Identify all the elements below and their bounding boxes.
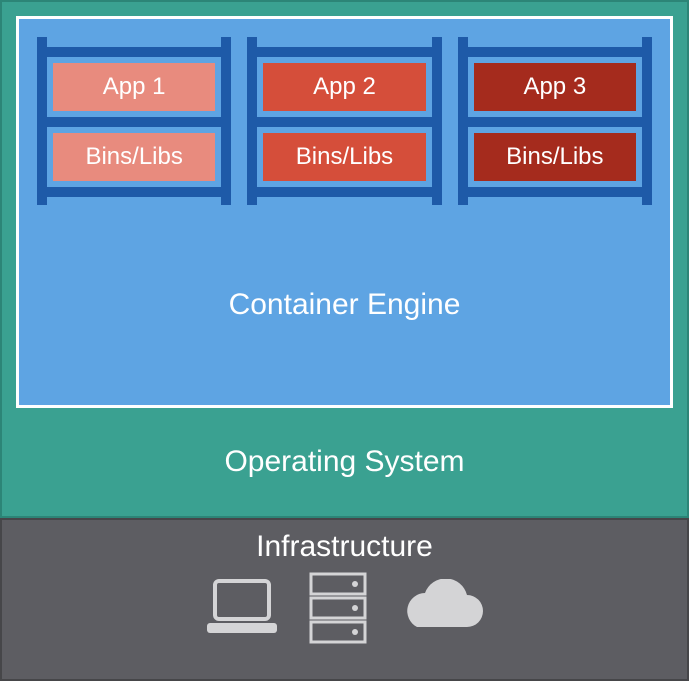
rack-rail-icon: [37, 37, 47, 205]
os-label-area: Operating System: [16, 408, 673, 516]
rack-shelf-icon: [37, 187, 231, 197]
libs-label: Bins/Libs: [296, 143, 393, 171]
rack-rail-icon: [458, 37, 468, 205]
infrastructure-layer: Infrastructure: [0, 518, 689, 681]
rack-rail-icon: [221, 37, 231, 205]
infrastructure-icons: [203, 572, 487, 644]
rack-shelf-icon: [247, 47, 441, 57]
libs-label: Bins/Libs: [85, 143, 182, 171]
libs-label: Bins/Libs: [506, 143, 603, 171]
rack-shelf-icon: [247, 117, 441, 127]
container-engine-box: App 1 Bins/Libs App 2 Bins/Libs App 3: [16, 16, 673, 408]
app-block: App 3: [474, 63, 636, 111]
infrastructure-label: Infrastructure: [256, 530, 433, 564]
app-block: App 2: [263, 63, 425, 111]
server-icon: [309, 572, 367, 644]
rack-shelf-icon: [458, 117, 652, 127]
rack-shelf-icon: [247, 187, 441, 197]
operating-system-layer: App 1 Bins/Libs App 2 Bins/Libs App 3: [0, 0, 689, 518]
libs-block: Bins/Libs: [263, 133, 425, 181]
rack-rail-icon: [247, 37, 257, 205]
container-row: App 1 Bins/Libs App 2 Bins/Libs App 3: [37, 37, 652, 205]
rack-rail-icon: [432, 37, 442, 205]
app-label: App 2: [313, 73, 376, 101]
cloud-icon: [395, 579, 487, 637]
container-1: App 1 Bins/Libs: [37, 37, 231, 205]
container-3: App 3 Bins/Libs: [458, 37, 652, 205]
rack-shelf-icon: [37, 117, 231, 127]
rack-shelf-icon: [37, 47, 231, 57]
engine-label-area: Container Engine: [37, 205, 652, 405]
libs-block: Bins/Libs: [53, 133, 215, 181]
app-label: App 3: [523, 73, 586, 101]
libs-block: Bins/Libs: [474, 133, 636, 181]
rack-shelf-icon: [458, 47, 652, 57]
laptop-icon: [203, 577, 281, 639]
container-2: App 2 Bins/Libs: [247, 37, 441, 205]
app-block: App 1: [53, 63, 215, 111]
rack-shelf-icon: [458, 187, 652, 197]
operating-system-label: Operating System: [224, 445, 464, 479]
rack-rail-icon: [642, 37, 652, 205]
app-label: App 1: [103, 73, 166, 101]
container-engine-label: Container Engine: [229, 288, 461, 322]
